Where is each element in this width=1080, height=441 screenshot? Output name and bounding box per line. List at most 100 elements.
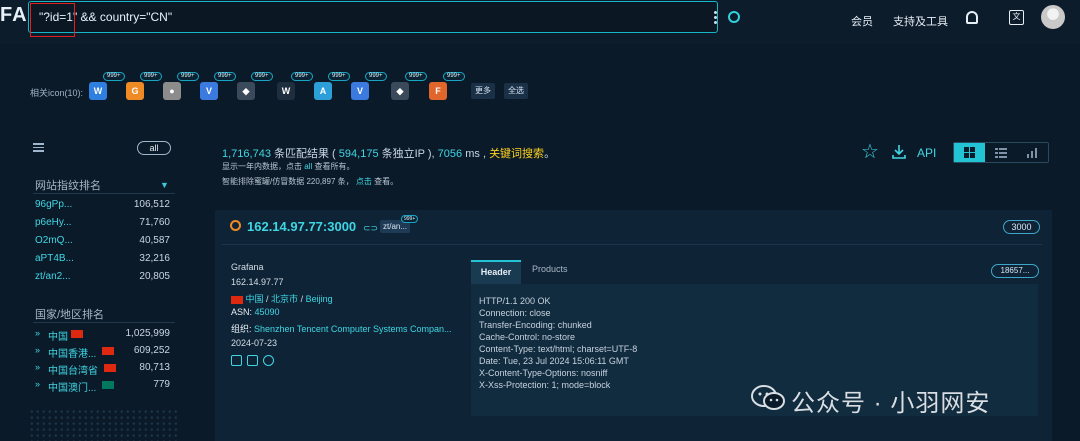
compass-icon[interactable]: ◆ bbox=[237, 82, 255, 100]
expand-icon[interactable]: » bbox=[35, 379, 40, 389]
country-rank-title: 国家/地区排名 bbox=[35, 309, 105, 321]
query-time: 7056 bbox=[437, 148, 463, 160]
refresh-icon[interactable] bbox=[263, 355, 274, 366]
a-teal-icon[interactable]: A bbox=[314, 82, 332, 100]
fingerprint-key[interactable]: p6eHy... bbox=[35, 217, 72, 228]
port-pill[interactable]: 3000 bbox=[1003, 220, 1040, 234]
honeypot-view-link[interactable]: 点击 bbox=[356, 177, 372, 186]
org-link[interactable]: Shenzhen Tencent Computer Systems Compan… bbox=[254, 324, 451, 334]
location-country[interactable]: 中国 bbox=[246, 294, 264, 304]
stats-view-icon[interactable] bbox=[1017, 143, 1048, 162]
v-blue-2-icon[interactable]: V bbox=[351, 82, 369, 100]
star-icon[interactable]: ☆ bbox=[861, 142, 879, 162]
fingerprint-row[interactable]: 96gPp... 106,512 bbox=[35, 199, 170, 210]
all-data-link[interactable]: all bbox=[304, 162, 312, 171]
summary-text: ms , bbox=[465, 148, 486, 160]
w-blue-icon[interactable]: W bbox=[89, 82, 107, 100]
country-name[interactable]: 中国澳门... bbox=[48, 379, 96, 394]
location-city-en[interactable]: Beijing bbox=[306, 294, 333, 304]
country-row[interactable]: » 中国香港... 609,252 bbox=[35, 345, 170, 360]
divider bbox=[33, 322, 175, 323]
asn-link[interactable]: 45090 bbox=[255, 307, 280, 317]
country-name[interactable]: 中国香港... bbox=[48, 345, 96, 360]
fingerprint-key[interactable]: 96gPp... bbox=[35, 199, 72, 210]
fingerprint-row[interactable]: zt/an2... 20,805 bbox=[35, 271, 170, 282]
filter-settings-icon[interactable] bbox=[33, 143, 44, 153]
header-line: Date: Tue, 23 Jul 2024 15:06:11 GMT bbox=[479, 356, 629, 366]
api-button[interactable]: API bbox=[917, 146, 936, 160]
keyword-search-link[interactable]: 关键词搜索 bbox=[489, 148, 544, 160]
link-icon[interactable]: ⊂⊃ bbox=[363, 223, 378, 234]
expand-icon[interactable]: » bbox=[35, 362, 40, 372]
download-icon[interactable] bbox=[891, 144, 907, 160]
country-row[interactable]: » 中国 1,025,999 bbox=[35, 328, 170, 343]
summary-text: 条独立IP ), bbox=[381, 148, 435, 160]
country-name[interactable]: 中国台湾省 bbox=[48, 362, 98, 377]
count-pill[interactable]: 18657... bbox=[991, 264, 1039, 278]
country-name[interactable]: 中国 bbox=[48, 328, 68, 343]
all-filter-pill[interactable]: all bbox=[137, 141, 171, 155]
header-line: Cache-Control: no-store bbox=[479, 332, 576, 342]
fingerprint-key[interactable]: O2mQ... bbox=[35, 235, 73, 246]
v-blue-icon[interactable]: V bbox=[200, 82, 218, 100]
code-icon[interactable] bbox=[231, 355, 242, 366]
expand-icon[interactable]: » bbox=[35, 328, 40, 338]
flag-icon bbox=[104, 364, 116, 372]
fingerprint-row[interactable]: p6eHy... 71,760 bbox=[35, 217, 170, 228]
result-ip[interactable]: 162.14.97.77 bbox=[231, 277, 284, 287]
watermark: 公众号 · 小羽网安 bbox=[751, 381, 1051, 417]
compass-2-icon[interactable]: ◆ bbox=[391, 82, 409, 100]
result-ip-port[interactable]: 162.14.97.77:3000 bbox=[247, 219, 356, 234]
divider bbox=[222, 244, 1042, 245]
fingerprint-row[interactable]: O2mQ... 40,587 bbox=[35, 235, 170, 246]
result-summary: 1,716,743 条匹配结果 ( 594,175 条独立IP ), 7056 … bbox=[222, 148, 556, 160]
country-count: 80,713 bbox=[139, 362, 170, 373]
header-line: Transfer-Encoding: chunked bbox=[479, 320, 592, 330]
fingerprint-row[interactable]: aPT4B... 32,216 bbox=[35, 253, 170, 264]
select-all-button[interactable]: 全选 bbox=[504, 83, 528, 99]
nav-member[interactable]: 会员 bbox=[851, 13, 873, 29]
translate-icon[interactable]: 文 bbox=[1009, 10, 1024, 25]
avatar[interactable] bbox=[1041, 5, 1065, 29]
country-row[interactable]: » 中国台湾省 80,713 bbox=[35, 362, 170, 377]
highlight-box bbox=[30, 3, 75, 37]
app-logo[interactable]: FA bbox=[0, 4, 28, 27]
flag-icon bbox=[102, 381, 114, 389]
fingerprint-key[interactable]: zt/an2... bbox=[35, 271, 71, 282]
location-city[interactable]: 北京市 bbox=[271, 294, 298, 304]
nav-support-tools[interactable]: 支持及工具 bbox=[893, 13, 948, 29]
search-icon[interactable] bbox=[728, 11, 740, 23]
header-line: X-Xss-Protection: 1; mode=block bbox=[479, 380, 611, 390]
icon-count-badge: 999+ bbox=[443, 72, 465, 81]
fingerprint-count: 20,805 bbox=[139, 271, 170, 282]
grafana-icon[interactable]: G bbox=[126, 82, 144, 100]
grafana-icon bbox=[230, 220, 241, 231]
expand-icon[interactable]: » bbox=[35, 345, 40, 355]
country-count: 609,252 bbox=[133, 345, 170, 356]
fox-icon[interactable]: F bbox=[429, 82, 447, 100]
icon-count-badge: 999+ bbox=[365, 72, 387, 81]
fingerprint-rank-title: 网站指纹排名 bbox=[35, 180, 101, 192]
funnel-icon[interactable]: ▼ bbox=[160, 180, 169, 190]
related-icons-strip: 相关icon(10): 999+ W 999+ G 999+ ● 999+ V 999+ ◆ 999… bbox=[0, 66, 1080, 116]
round-grey-icon[interactable]: ● bbox=[163, 82, 181, 100]
grid-view-icon[interactable] bbox=[954, 143, 986, 162]
result-org: 组织: Shenzhen Tencent Computer Systems Co… bbox=[231, 324, 452, 334]
cube-icon[interactable] bbox=[247, 355, 258, 366]
search-bar[interactable]: "?id=1" && country="CN" bbox=[28, 1, 740, 33]
more-button[interactable]: 更多 bbox=[471, 83, 495, 99]
ip-count: 594,175 bbox=[338, 148, 379, 160]
list-view-icon[interactable] bbox=[985, 143, 1016, 162]
fingerprint-key[interactable]: aPT4B... bbox=[35, 253, 74, 264]
tab-products[interactable]: Products bbox=[532, 264, 568, 274]
header-line: Content-Type: text/html; charset=UTF-8 bbox=[479, 344, 638, 354]
view-switcher bbox=[953, 142, 1049, 163]
country-row[interactable]: » 中国澳门... 779 bbox=[35, 379, 170, 394]
top-bar: FA "?id=1" && country="CN" 会员 支持及工具 文 bbox=[0, 0, 1080, 44]
fingerprint-count: 40,587 bbox=[139, 235, 170, 246]
more-options-icon[interactable] bbox=[714, 11, 718, 25]
icon-count-badge: 999+ bbox=[328, 72, 350, 81]
tab-header[interactable]: Header bbox=[471, 260, 521, 284]
bell-icon[interactable] bbox=[966, 11, 978, 24]
w-white-icon[interactable]: W bbox=[277, 82, 295, 100]
